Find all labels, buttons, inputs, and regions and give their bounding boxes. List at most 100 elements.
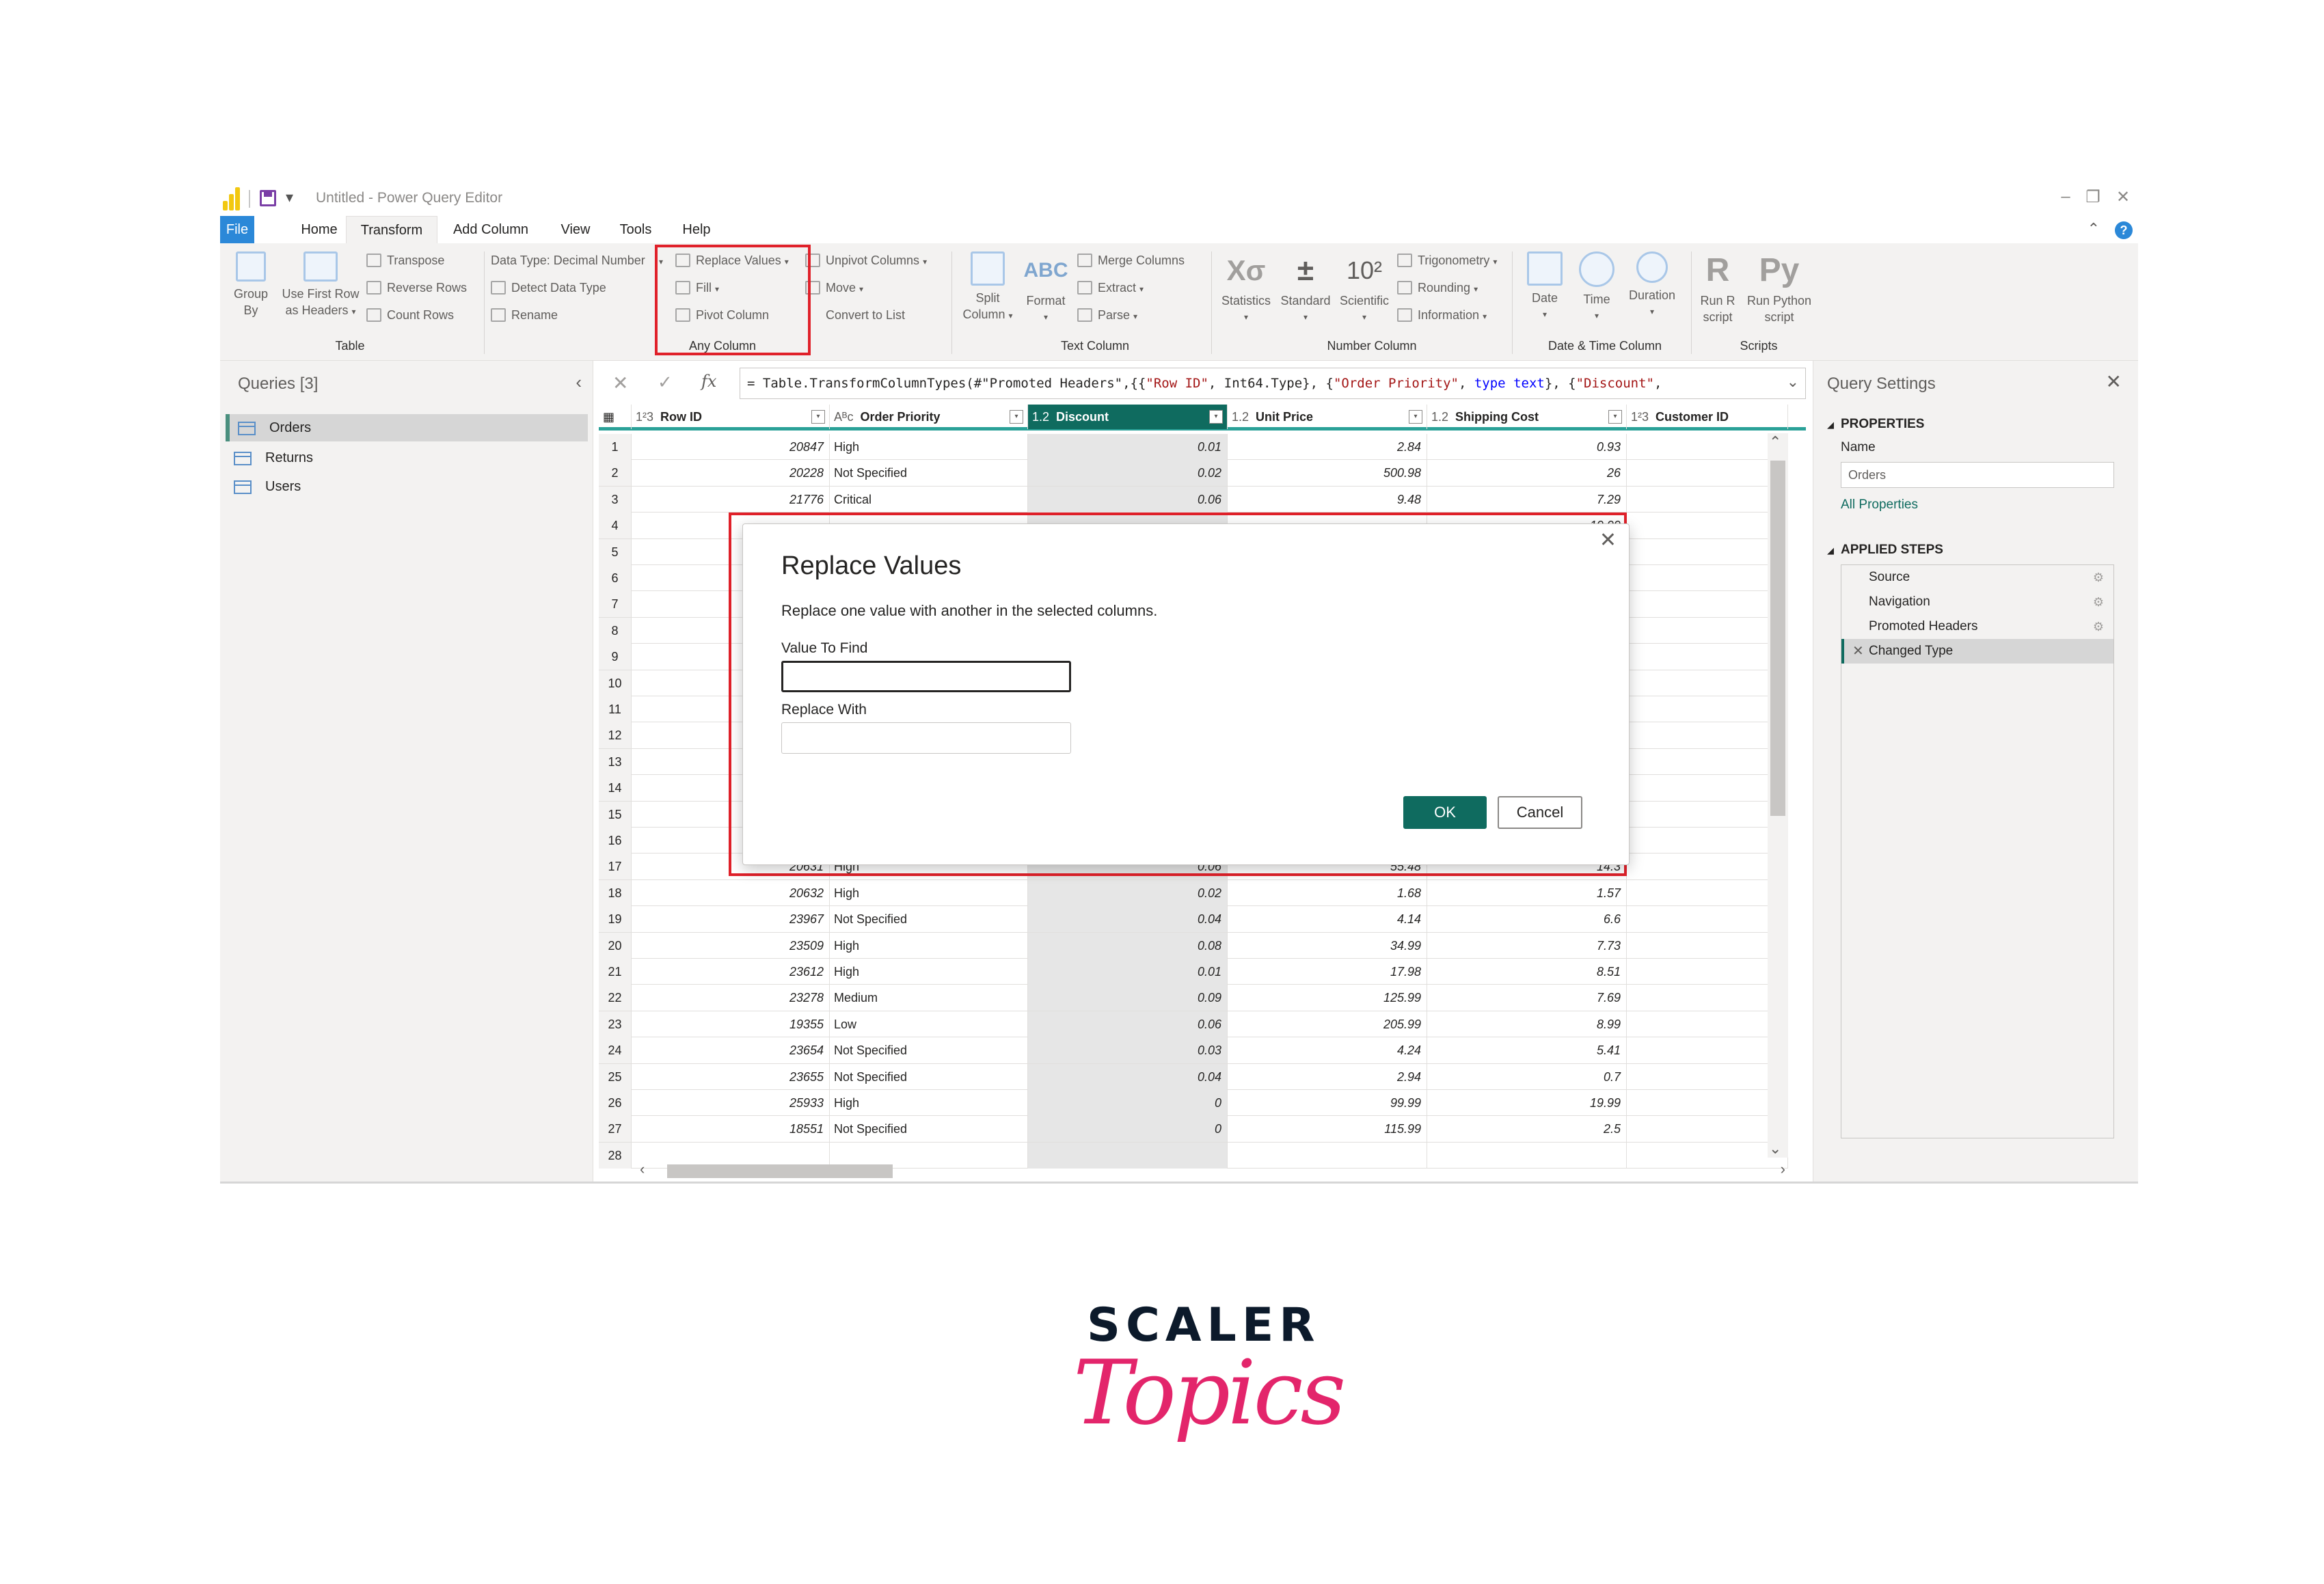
cell-discount[interactable]: 0.03 (1028, 1037, 1228, 1064)
cell-discount[interactable]: 0.04 (1028, 1063, 1228, 1090)
cell-shipping-cost[interactable]: 19.99 (1427, 1090, 1627, 1116)
all-properties-link[interactable]: All Properties (1841, 497, 1918, 513)
column-filter-dropdown-icon[interactable]: ▾ (811, 410, 825, 424)
cell-order-priority[interactable]: High (830, 932, 1028, 959)
cell-customer-id[interactable] (1627, 775, 1788, 802)
row-number[interactable]: 20 (599, 932, 632, 959)
cell-unit-price[interactable]: 4.14 (1228, 906, 1427, 933)
close-icon[interactable]: ✕ (2109, 187, 2137, 207)
scroll-right-icon[interactable]: › (1781, 1160, 1785, 1178)
row-number[interactable]: 23 (599, 1011, 632, 1037)
cell-shipping-cost[interactable]: 8.99 (1427, 1011, 1627, 1037)
cell-customer-id[interactable] (1627, 906, 1788, 933)
tab-file[interactable]: File (220, 216, 254, 243)
cell-customer-id[interactable] (1627, 1063, 1788, 1090)
tab-home[interactable]: Home (293, 216, 346, 243)
cell-customer-id[interactable] (1627, 591, 1788, 618)
cell-shipping-cost[interactable]: 7.29 (1427, 486, 1627, 513)
column-filter-dropdown-icon[interactable]: ▾ (1608, 410, 1622, 424)
collapse-queries-icon[interactable]: ‹ (576, 372, 582, 393)
extract-button[interactable]: Extract ▾ (1077, 277, 1144, 298)
cell-shipping-cost[interactable]: 6.6 (1427, 906, 1627, 933)
tab-add-column[interactable]: Add Column (443, 216, 539, 243)
row-number[interactable]: 28 (599, 1142, 632, 1169)
data-type-dropdown[interactable]: Data Type: Decimal Number (491, 250, 668, 271)
cell-row-id[interactable]: 23509 (632, 932, 830, 959)
row-number[interactable]: 19 (599, 906, 632, 933)
help-icon[interactable]: ? (2115, 221, 2133, 239)
cell-order-priority[interactable]: High (830, 434, 1028, 460)
query-name-input[interactable]: Orders (1841, 462, 2114, 488)
row-number[interactable]: 1 (599, 434, 632, 460)
cell-shipping-cost[interactable]: 26 (1427, 460, 1627, 487)
confirm-formula-icon[interactable]: ✓ (658, 372, 673, 393)
value-to-find-input[interactable] (781, 661, 1071, 692)
table-row[interactable]: 24 23654 Not Specified 0.03 4.24 5.41 (599, 1037, 1788, 1064)
minimize-icon[interactable]: – (2052, 187, 2079, 206)
row-number[interactable]: 24 (599, 1037, 632, 1064)
trigonometry-button[interactable]: Trigonometry ▾ (1397, 250, 1497, 271)
row-number[interactable]: 12 (599, 722, 632, 749)
group-by-button[interactable]: Group By (227, 249, 275, 318)
cell-discount[interactable]: 0.08 (1028, 932, 1228, 959)
cell-shipping-cost[interactable]: 2.5 (1427, 1116, 1627, 1143)
cell-customer-id[interactable] (1627, 879, 1788, 906)
row-number[interactable]: 3 (599, 486, 632, 513)
cell-customer-id[interactable] (1627, 801, 1788, 828)
close-settings-icon[interactable]: ✕ (2106, 370, 2122, 393)
cell-customer-id[interactable] (1627, 722, 1788, 749)
format-button[interactable]: ABC Format ▾ (1018, 249, 1073, 325)
cell-unit-price[interactable]: 34.99 (1228, 932, 1427, 959)
row-number[interactable]: 25 (599, 1063, 632, 1090)
column-filter-dropdown-icon[interactable]: ▾ (1409, 410, 1422, 424)
cell-order-priority[interactable]: High (830, 879, 1028, 906)
parse-button[interactable]: Parse ▾ (1077, 305, 1137, 325)
cell-order-priority[interactable]: Not Specified (830, 906, 1028, 933)
cell-customer-id[interactable] (1627, 828, 1788, 854)
restore-icon[interactable]: ❐ (2079, 187, 2107, 207)
gear-icon[interactable]: ⚙ (2093, 614, 2104, 639)
column-header-customer-id[interactable]: 1²3 Customer ID (1627, 405, 1788, 429)
cancel-formula-icon[interactable]: ✕ (612, 372, 628, 394)
detect-data-type-button[interactable]: Detect Data Type (491, 277, 606, 298)
table-row[interactable]: 27 18551 Not Specified 0 115.99 2.5 (599, 1116, 1788, 1143)
cell-shipping-cost[interactable]: 8.51 (1427, 959, 1627, 985)
cell-order-priority[interactable]: Not Specified (830, 1037, 1028, 1064)
cell-shipping-cost[interactable]: 7.73 (1427, 932, 1627, 959)
cell-customer-id[interactable] (1627, 565, 1788, 591)
tab-help[interactable]: Help (674, 216, 719, 243)
table-menu-icon[interactable]: ▦ (599, 405, 632, 429)
cell-row-id[interactable]: 25933 (632, 1090, 830, 1116)
cell-row-id[interactable]: 20847 (632, 434, 830, 460)
table-row[interactable]: 25 23655 Not Specified 0.04 2.94 0.7 (599, 1063, 1788, 1090)
column-type-icon[interactable]: 1.2 (1232, 410, 1249, 424)
cell-customer-id[interactable] (1627, 434, 1788, 460)
cell-row-id[interactable]: 20632 (632, 879, 830, 906)
table-row[interactable]: 22 23278 Medium 0.09 125.99 7.69 (599, 985, 1788, 1011)
cell-customer-id[interactable] (1627, 748, 1788, 775)
time-button[interactable]: Time ▾ (1572, 249, 1621, 324)
cell-row-id[interactable]: 23967 (632, 906, 830, 933)
row-number[interactable]: 18 (599, 879, 632, 906)
cell-customer-id[interactable] (1627, 932, 1788, 959)
row-number[interactable]: 26 (599, 1090, 632, 1116)
applied-steps-heading[interactable]: ◢ APPLIED STEPS (1827, 543, 1943, 558)
gear-icon[interactable]: ⚙ (2093, 590, 2104, 614)
table-row[interactable]: 26 25933 High 0 99.99 19.99 (599, 1090, 1788, 1117)
merge-columns-button[interactable]: Merge Columns (1077, 250, 1185, 271)
cell-customer-id[interactable] (1627, 854, 1788, 880)
row-number[interactable]: 16 (599, 828, 632, 854)
cell-discount[interactable]: 0.01 (1028, 434, 1228, 460)
column-type-icon[interactable]: 1.2 (1431, 410, 1448, 424)
query-item-orders[interactable]: Orders (226, 414, 588, 441)
cell-customer-id[interactable] (1627, 1011, 1788, 1037)
use-first-row-headers-button[interactable]: Use First Row as Headers ▾ (279, 249, 362, 320)
column-header-order-priority[interactable]: Aᴮc Order Priority ▾ (830, 405, 1028, 429)
column-header-shipping-cost[interactable]: 1.2 Shipping Cost ▾ (1427, 405, 1627, 429)
cell-customer-id[interactable] (1627, 617, 1788, 644)
cell-order-priority[interactable]: Not Specified (830, 460, 1028, 487)
convert-to-list-button[interactable]: Convert to List (805, 305, 905, 325)
cell-unit-price[interactable]: 17.98 (1228, 959, 1427, 985)
vertical-scrollbar[interactable]: ⌃ ⌄ (1768, 433, 1788, 1158)
transpose-button[interactable]: Transpose (366, 250, 444, 271)
